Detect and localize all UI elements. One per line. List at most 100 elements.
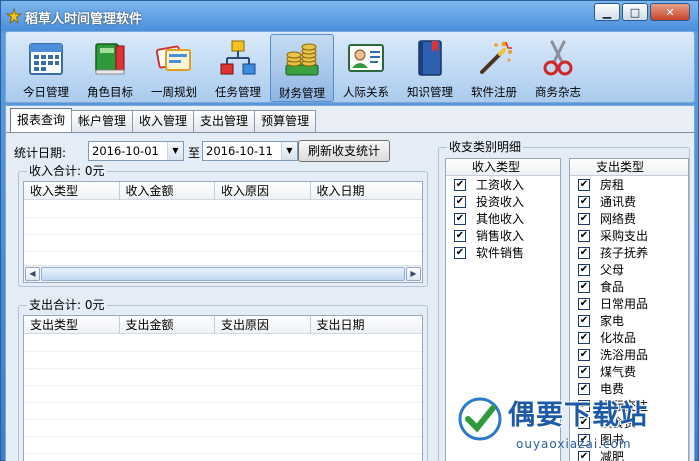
- checkbox-checked-icon[interactable]: ✔: [578, 229, 590, 242]
- expense-category-item[interactable]: ✔ 家电: [570, 312, 688, 329]
- toolbar-knowledge-button[interactable]: 知识管理: [398, 34, 462, 102]
- expense-category-item[interactable]: ✔ 网络费: [570, 210, 688, 227]
- expense-category-item[interactable]: ✔ 父母: [570, 261, 688, 278]
- chevron-down-icon[interactable]: ▼: [167, 142, 183, 160]
- expense-category-item[interactable]: ✔ 煤气费: [570, 363, 688, 380]
- title-bar[interactable]: 稻草人时间管理软件 ▁ □ ✕: [1, 1, 698, 31]
- income-category-item[interactable]: ✔ 投资收入: [446, 193, 560, 210]
- checkbox-checked-icon[interactable]: ✔: [578, 365, 590, 378]
- checkbox-checked-icon[interactable]: ✔: [578, 178, 590, 191]
- toolbar-finance-button[interactable]: 财务管理: [270, 34, 334, 102]
- expense-category-item[interactable]: ✔ 化妆品: [570, 329, 688, 346]
- income-group: 收入合计: 0元 收入类型 收入金额 收入原因 收入日期 ◀ ▶: [18, 164, 428, 287]
- toolbar-today-label: 今日管理: [23, 85, 69, 99]
- toolbar-task-label: 任务管理: [215, 85, 261, 99]
- checkbox-checked-icon[interactable]: ✔: [578, 331, 590, 344]
- toolbar-today-button[interactable]: 今日管理: [14, 34, 78, 102]
- maximize-button[interactable]: □: [622, 3, 648, 21]
- checkbox-checked-icon[interactable]: ✔: [454, 195, 466, 208]
- toolbar-people-button[interactable]: 人际关系: [334, 34, 398, 102]
- tab-income-management[interactable]: 收入管理: [132, 110, 195, 132]
- app-logo-icon: [6, 8, 22, 24]
- income-col-date[interactable]: 收入日期: [311, 182, 422, 200]
- expense-category-header: 支出类型: [570, 159, 688, 176]
- checkbox-checked-icon[interactable]: ✔: [578, 212, 590, 225]
- expense-col-type[interactable]: 支出类型: [24, 316, 120, 334]
- expense-category-label: 采购支出: [600, 229, 649, 243]
- expense-col-date[interactable]: 支出日期: [311, 316, 422, 334]
- income-table-header: 收入类型 收入金额 收入原因 收入日期: [24, 182, 422, 200]
- category-detail-title: 收支类别明细: [447, 140, 524, 154]
- end-date-value: 2016-10-11: [206, 144, 273, 158]
- toolbar-misc-button[interactable]: 商务杂志: [526, 34, 590, 102]
- expense-category-item[interactable]: ✔ 食品: [570, 278, 688, 295]
- income-category-item[interactable]: ✔ 销售收入: [446, 227, 560, 244]
- income-col-amount[interactable]: 收入金额: [120, 182, 216, 200]
- refresh-stats-button[interactable]: 刷新收支统计: [298, 140, 390, 162]
- minimize-button[interactable]: ▁: [594, 3, 620, 21]
- expense-table-header: 支出类型 支出金额 支出原因 支出日期: [24, 316, 422, 334]
- expense-category-item[interactable]: ✔ 日常用品: [570, 295, 688, 312]
- close-button[interactable]: ✕: [650, 3, 690, 21]
- checkbox-checked-icon[interactable]: ✔: [578, 297, 590, 310]
- tab-budget-management[interactable]: 预算管理: [254, 110, 317, 132]
- main-toolbar: 今日管理 角色目标 一周规划 任务管理 财务管理 人际关系 知识管理 软件注册 …: [5, 31, 695, 103]
- scroll-right-icon[interactable]: ▶: [406, 267, 421, 281]
- expense-table[interactable]: 支出类型 支出金额 支出原因 支出日期: [23, 315, 423, 461]
- toolbar-knowledge-label: 知识管理: [407, 85, 453, 99]
- tab-report-query[interactable]: 报表查询: [10, 108, 73, 132]
- expense-col-reason[interactable]: 支出原因: [215, 316, 311, 334]
- site-watermark: 偶要下载站 ouyaoxiazai.com: [456, 393, 696, 461]
- checkbox-checked-icon[interactable]: ✔: [578, 195, 590, 208]
- toolbar-task-button[interactable]: 任务管理: [206, 34, 270, 102]
- checkbox-checked-icon[interactable]: ✔: [578, 246, 590, 259]
- checkbox-checked-icon[interactable]: ✔: [454, 212, 466, 225]
- checkbox-checked-icon[interactable]: ✔: [454, 229, 466, 242]
- start-date-picker[interactable]: 2016-10-01 ▼: [88, 141, 184, 161]
- income-hscrollbar[interactable]: ◀ ▶: [24, 265, 422, 282]
- expense-col-amount[interactable]: 支出金额: [120, 316, 216, 334]
- expense-category-item[interactable]: ✔ 房租: [570, 176, 688, 193]
- income-table[interactable]: 收入类型 收入金额 收入原因 收入日期 ◀ ▶: [23, 181, 423, 283]
- coins-icon: [285, 43, 319, 76]
- toolbar-misc-label: 商务杂志: [535, 85, 581, 99]
- checkbox-checked-icon[interactable]: ✔: [578, 263, 590, 276]
- expense-category-label: 网络费: [600, 212, 637, 226]
- toolbar-register-label: 软件注册: [471, 85, 517, 99]
- tab-expense-management[interactable]: 支出管理: [193, 110, 256, 132]
- expense-category-label: 食品: [600, 280, 625, 294]
- toolbar-finance-label: 财务管理: [279, 86, 325, 100]
- income-category-item[interactable]: ✔ 软件销售: [446, 244, 560, 261]
- toolbar-role-label: 角色目标: [87, 85, 133, 99]
- expense-category-item[interactable]: ✔ 采购支出: [570, 227, 688, 244]
- scroll-thumb[interactable]: [41, 267, 405, 281]
- date-range-label: 统计日期:: [14, 146, 67, 160]
- income-category-header: 收入类型: [446, 159, 560, 176]
- income-category-label: 其他收入: [476, 212, 525, 226]
- checkbox-checked-icon[interactable]: ✔: [578, 280, 590, 293]
- expense-category-item[interactable]: ✔ 孩子抚养: [570, 244, 688, 261]
- expense-category-item[interactable]: ✔ 通讯费: [570, 193, 688, 210]
- checkbox-checked-icon[interactable]: ✔: [454, 246, 466, 259]
- scroll-left-icon[interactable]: ◀: [25, 267, 40, 281]
- checkbox-checked-icon[interactable]: ✔: [578, 314, 590, 327]
- toolbar-role-button[interactable]: 角色目标: [78, 34, 142, 102]
- toolbar-week-button[interactable]: 一周规划: [142, 34, 206, 102]
- income-category-item[interactable]: ✔ 其他收入: [446, 210, 560, 227]
- toolbar-register-button[interactable]: 软件注册: [462, 34, 526, 102]
- expense-category-item[interactable]: ✔ 洗浴用品: [570, 346, 688, 363]
- contact-card-icon: [348, 44, 384, 72]
- income-table-body: [24, 201, 422, 269]
- watermark-logo-icon: [458, 397, 502, 441]
- end-date-picker[interactable]: 2016-10-11 ▼: [202, 141, 298, 161]
- checkbox-checked-icon[interactable]: ✔: [578, 348, 590, 361]
- income-category-label: 销售收入: [476, 229, 525, 243]
- date-range-to-label: 至: [188, 146, 201, 160]
- income-category-item[interactable]: ✔ 工资收入: [446, 176, 560, 193]
- chevron-down-icon[interactable]: ▼: [281, 142, 297, 160]
- expense-category-label: 孩子抚养: [600, 246, 649, 260]
- income-col-reason[interactable]: 收入原因: [215, 182, 311, 200]
- income-col-type[interactable]: 收入类型: [24, 182, 120, 200]
- tab-account-management[interactable]: 帐户管理: [71, 110, 134, 132]
- checkbox-checked-icon[interactable]: ✔: [454, 178, 466, 191]
